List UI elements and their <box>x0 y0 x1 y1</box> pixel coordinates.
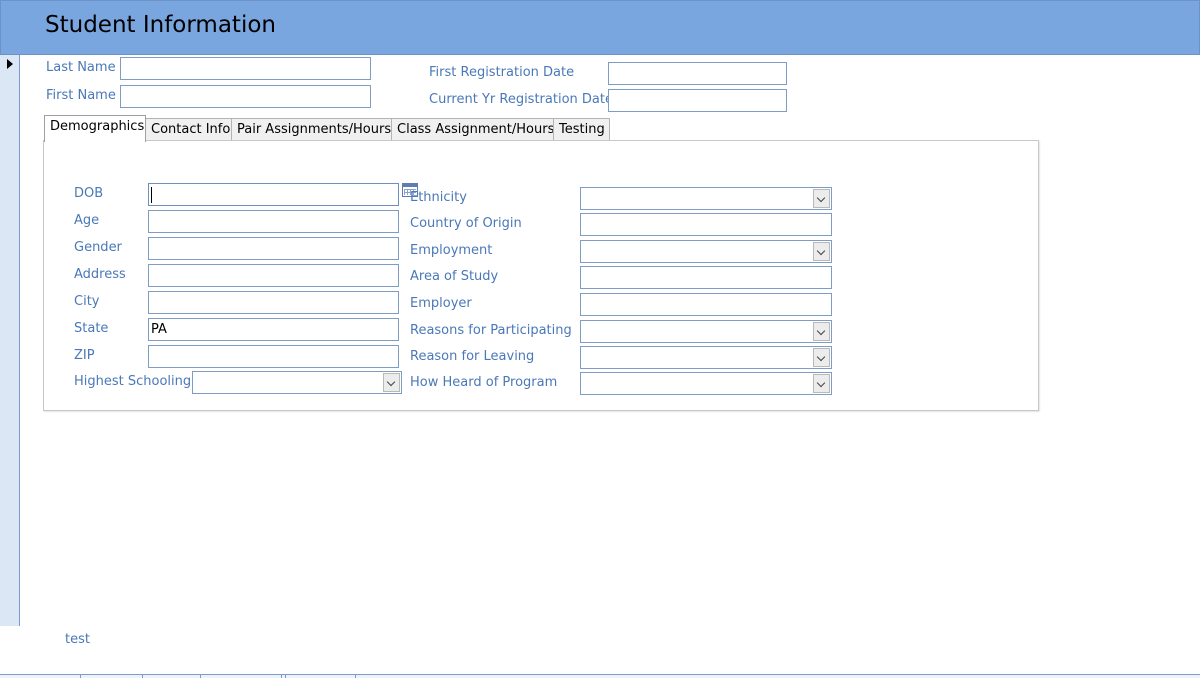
dob-label: DOB <box>74 186 104 201</box>
record-selector[interactable] <box>0 55 20 626</box>
highest-schooling-combo[interactable] <box>192 371 402 394</box>
gender-label: Gender <box>74 240 122 255</box>
navigation-bar <box>0 674 1200 678</box>
form-header: Student Information <box>0 0 1200 55</box>
chevron-down-icon[interactable] <box>813 322 830 341</box>
page-title: Student Information <box>45 12 276 38</box>
employment-label: Employment <box>410 243 493 258</box>
age-label: Age <box>74 213 100 228</box>
address-label: Address <box>74 267 126 282</box>
tab-class-assignment-hours[interactable]: Class Assignment/Hours <box>391 118 554 141</box>
state-input[interactable]: PA <box>148 318 399 341</box>
tab-pair-assignments-hours[interactable]: Pair Assignments/Hours <box>231 118 392 141</box>
tab-testing[interactable]: Testing <box>553 118 610 141</box>
first-registration-date-label: First Registration Date <box>429 65 575 80</box>
tab-contact-info[interactable]: Contact Info <box>145 118 232 141</box>
area-of-study-input[interactable] <box>580 266 832 289</box>
first-name-input[interactable] <box>120 85 371 108</box>
reasons-for-participating-combo[interactable] <box>580 320 832 343</box>
age-input[interactable] <box>148 210 399 233</box>
last-name-label: Last Name <box>46 60 116 75</box>
employer-label: Employer <box>410 296 472 311</box>
chevron-down-icon[interactable] <box>813 242 830 261</box>
how-heard-of-program-combo[interactable] <box>580 372 832 395</box>
city-input[interactable] <box>148 291 399 314</box>
footer-label: test <box>65 632 90 647</box>
chevron-down-icon[interactable] <box>813 189 830 208</box>
gender-input[interactable] <box>148 237 399 260</box>
reason-for-leaving-combo[interactable] <box>580 346 832 369</box>
first-registration-date-input[interactable] <box>608 62 787 85</box>
current-yr-registration-date-input[interactable] <box>608 89 787 112</box>
ethnicity-combo[interactable] <box>580 187 832 210</box>
triangle-right-icon <box>7 59 13 69</box>
first-name-label: First Name <box>46 88 116 103</box>
address-input[interactable] <box>148 264 399 287</box>
country-of-origin-input[interactable] <box>580 213 832 236</box>
chevron-down-icon[interactable] <box>383 373 400 392</box>
city-label: City <box>74 294 100 309</box>
chevron-down-icon[interactable] <box>813 348 830 367</box>
area-of-study-label: Area of Study <box>410 269 499 284</box>
chevron-down-icon[interactable] <box>813 374 830 393</box>
dob-input[interactable] <box>148 183 399 206</box>
ethnicity-label: Ethnicity <box>410 190 467 205</box>
state-label: State <box>74 321 109 336</box>
tab-demographics[interactable]: Demographics <box>44 115 146 142</box>
employment-combo[interactable] <box>580 240 832 263</box>
country-of-origin-label: Country of Origin <box>410 216 522 231</box>
reason-for-leaving-label: Reason for Leaving <box>410 349 535 364</box>
text-caret <box>151 187 152 203</box>
zip-input[interactable] <box>148 345 399 368</box>
zip-label: ZIP <box>74 348 95 363</box>
how-heard-of-program-label: How Heard of Program <box>410 375 558 390</box>
current-yr-registration-date-label: Current Yr Registration Date <box>429 92 613 107</box>
last-name-input[interactable] <box>120 57 371 80</box>
highest-schooling-label: Highest Schooling <box>74 374 192 389</box>
reasons-for-participating-label: Reasons for Participating <box>410 323 572 338</box>
employer-input[interactable] <box>580 293 832 316</box>
